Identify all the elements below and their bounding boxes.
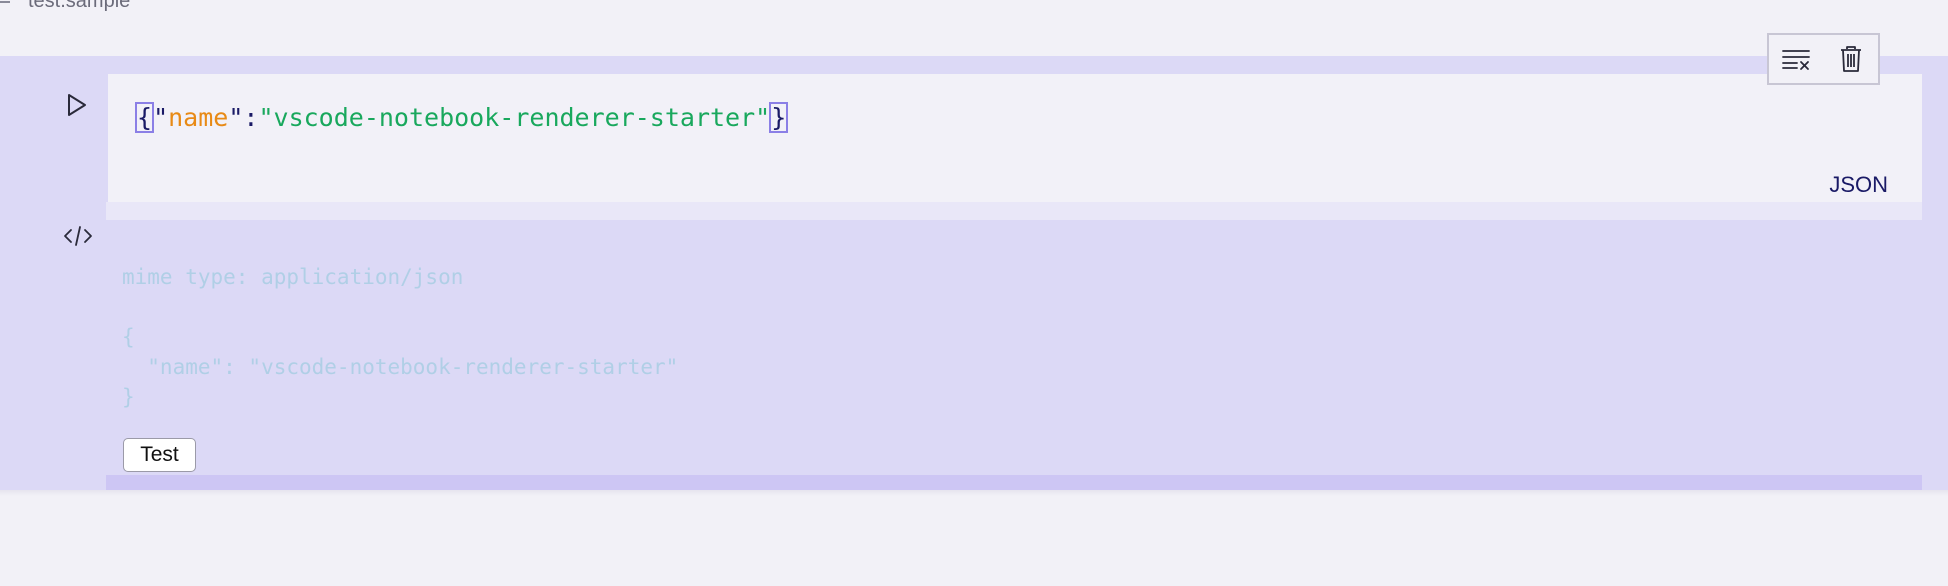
output-json-line: {: [122, 325, 135, 349]
key-quote-close: ": [228, 103, 244, 132]
open-brace: {: [134, 102, 155, 133]
output-mime-type: mime type: application/json: [122, 265, 464, 289]
collapse-marker: [0, 0, 10, 3]
clear-outputs-button[interactable]: [1779, 42, 1813, 76]
output-footer-bar: [106, 475, 1922, 490]
close-brace: }: [769, 102, 789, 133]
json-key: name: [168, 103, 229, 132]
code-line[interactable]: {"name":"vscode-notebook-renderer-starte…: [134, 100, 789, 136]
key-quote-open: ": [153, 103, 169, 132]
cell-status-strip: [106, 202, 1922, 220]
cell-editor[interactable]: {"name":"vscode-notebook-renderer-starte…: [108, 74, 1922, 203]
notebook-title-text: test.sample: [28, 0, 131, 12]
delete-cell-button[interactable]: [1834, 42, 1868, 76]
cell-shadow: [0, 490, 1948, 496]
cell-output: mime type: application/json ​ { "name": "v…: [122, 262, 678, 412]
colon: :: [243, 103, 259, 132]
toggle-output-button[interactable]: [62, 224, 94, 248]
play-icon: [68, 94, 86, 116]
cell-toolbar: [1767, 33, 1880, 85]
code-icon: [64, 226, 92, 246]
notebook-title: test.sample: [0, 0, 131, 12]
trash-icon: [1840, 46, 1861, 72]
output-json-line: "name": "vscode-notebook-renderer-starte…: [122, 355, 679, 379]
cell-language-label[interactable]: JSON: [1829, 172, 1888, 198]
clear-all-icon: [1782, 50, 1811, 70]
run-cell-button[interactable]: [66, 92, 88, 118]
output-spacer: ​: [122, 292, 678, 322]
output-json-line: }: [122, 385, 135, 409]
json-value: "vscode-notebook-renderer-starter": [258, 103, 771, 132]
test-button[interactable]: Test: [123, 438, 196, 472]
